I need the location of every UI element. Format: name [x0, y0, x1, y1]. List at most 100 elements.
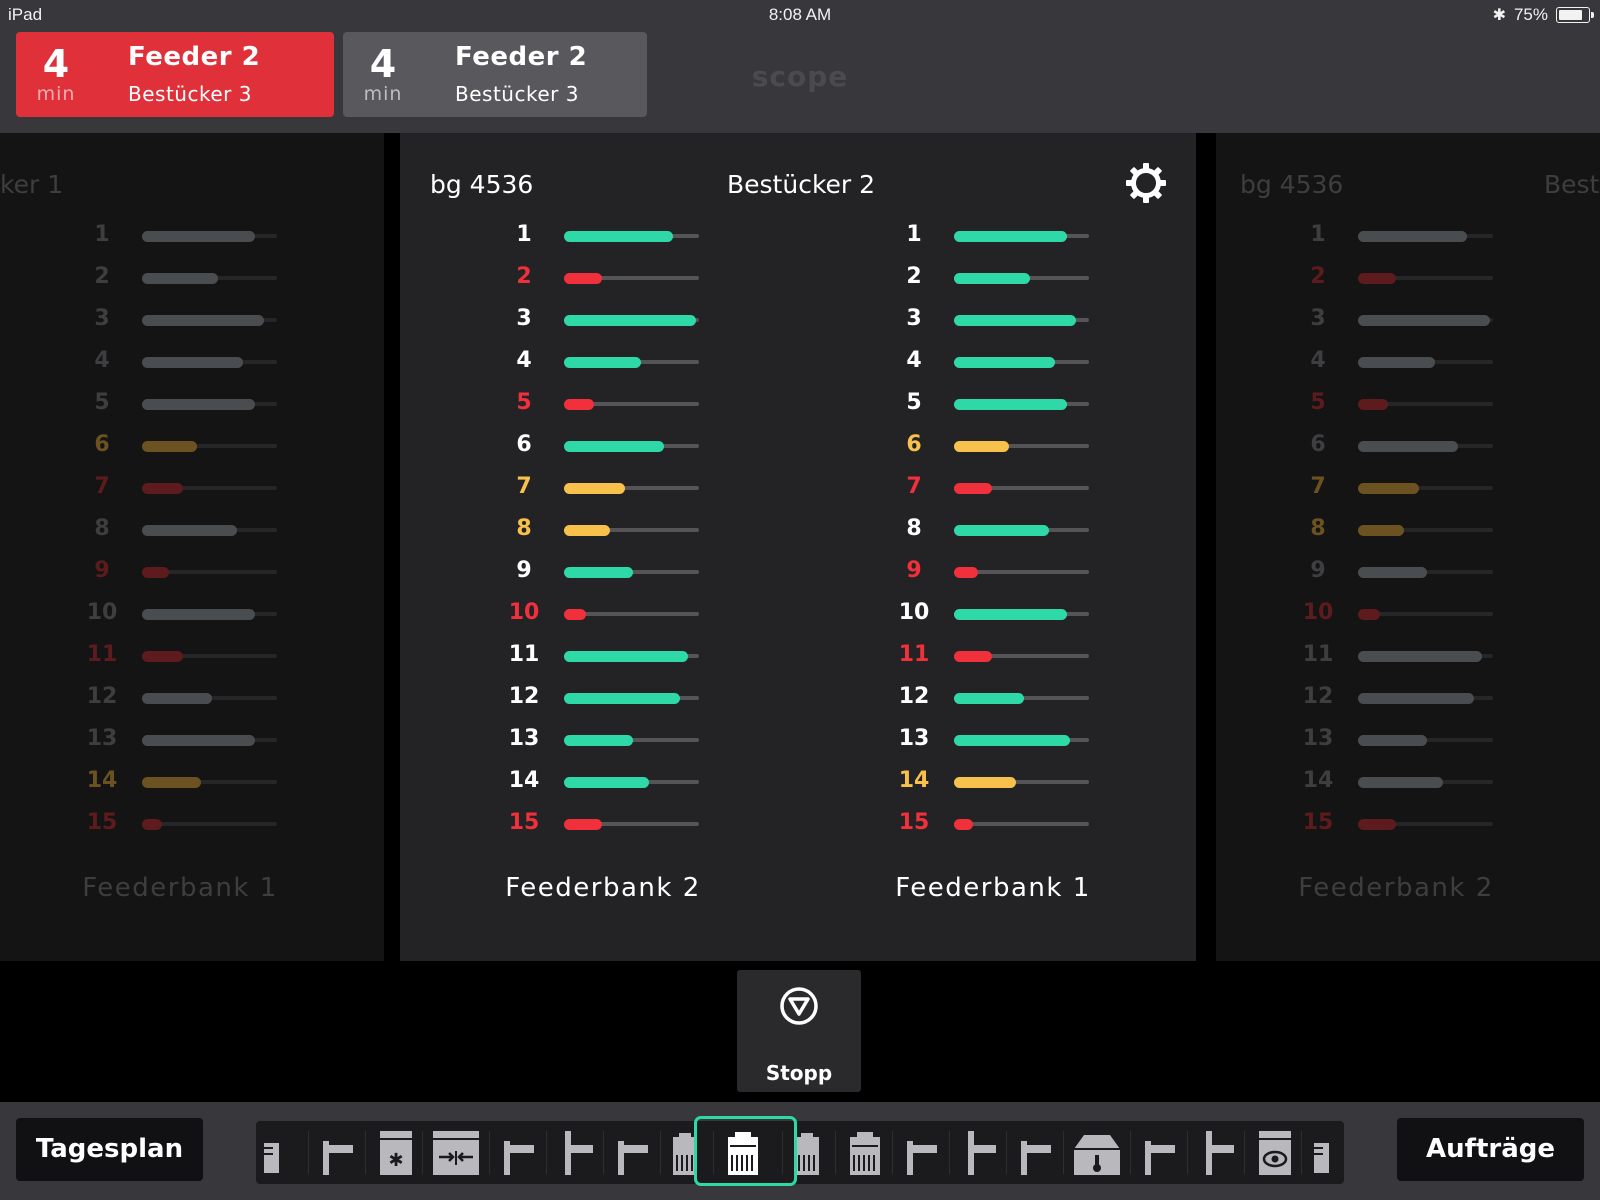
feeder-number: 3 [906, 306, 922, 331]
feeder-level-fill [1358, 315, 1491, 326]
feeder-level-track [954, 822, 1089, 826]
feeder-level-fill [954, 567, 979, 578]
feeder-level-fill [564, 357, 641, 368]
feeder-number: 6 [516, 432, 532, 457]
feeder-level-fill [1358, 693, 1475, 704]
feeder-number: 15 [86, 810, 118, 835]
panel-machine-title: ker 1 [0, 170, 64, 199]
stop-button[interactable]: Stopp [737, 970, 861, 1092]
feeder-level-fill [1358, 231, 1468, 242]
machine-panel-previous[interactable]: ker 1 1 2 3 4 5 6 7 8 9 10 11 12 13 14 15 Feederbank 1 [0, 133, 384, 961]
daily-plan-button[interactable]: Tagesplan [16, 1118, 203, 1181]
feeder-level-fill [142, 399, 256, 410]
feeder-level-fill [1358, 609, 1380, 620]
feeder-number: 15 [508, 810, 540, 835]
feederbank-label: Feederbank 2 [505, 873, 701, 903]
feeder-level-fill [142, 357, 244, 368]
feeder-level-fill [954, 231, 1068, 242]
feeder-level-fill [142, 567, 169, 578]
strip-divider [365, 1131, 366, 1174]
oven-star-icon[interactable]: ✱ [370, 1121, 422, 1184]
pipe-elbow-icon[interactable] [313, 1121, 365, 1184]
feeder-level-fill [142, 483, 183, 494]
pipe-tee-icon[interactable] [551, 1121, 603, 1184]
strip-divider [1187, 1131, 1188, 1174]
feeder-number: 12 [898, 684, 930, 709]
feeder-level-fill [142, 315, 264, 326]
inspection-eye-icon[interactable] [1249, 1121, 1301, 1184]
strip-divider [489, 1131, 490, 1174]
pipe-elbow-icon[interactable] [608, 1121, 660, 1184]
feeder-level-fill [954, 441, 1010, 452]
placer-machine-icon[interactable] [840, 1121, 892, 1184]
feeder-number: 3 [516, 306, 532, 331]
feeder-number: 5 [516, 390, 532, 415]
feeder-level-fill [564, 819, 602, 830]
feeder-number: 4 [94, 348, 110, 373]
feeder-level-fill [142, 525, 237, 536]
battery-percent: 75% [1513, 5, 1548, 24]
feeder-level-fill [954, 525, 1049, 536]
feeder-number: 14 [898, 768, 930, 793]
feeder-level-fill [564, 315, 697, 326]
feeder-number: 8 [94, 516, 110, 541]
settings-gear-icon[interactable] [1125, 162, 1167, 204]
placer-half-icon[interactable] [665, 1121, 713, 1184]
temperature-chamber-icon[interactable] [1068, 1121, 1130, 1184]
feeder-level-fill [954, 399, 1068, 410]
strip-divider [1244, 1131, 1245, 1174]
feeder-level-fill [1358, 399, 1388, 410]
feeder-level-fill [954, 609, 1068, 620]
strip-divider [835, 1131, 836, 1174]
feeder-number: 10 [898, 600, 930, 625]
pipe-tee-icon[interactable] [1192, 1121, 1244, 1184]
feeder-level-fill [564, 273, 602, 284]
press-arrows-icon[interactable] [427, 1121, 489, 1184]
placer-machine-icon[interactable] [718, 1121, 782, 1184]
feeder-level-fill [564, 567, 633, 578]
app-header: 4 min Feeder 2 Bestücker 3 4 min Feeder … [0, 30, 1600, 133]
feeder-level-fill [954, 357, 1056, 368]
pipe-elbow-icon[interactable] [1011, 1121, 1063, 1184]
feeder-number: 8 [906, 516, 922, 541]
feeder-level-fill [142, 441, 198, 452]
strip-divider [892, 1131, 893, 1174]
feeder-number: 15 [1302, 810, 1334, 835]
feeder-number: 9 [906, 558, 922, 583]
feeder-level-fill [142, 735, 256, 746]
production-line-strip: ✱ [256, 1121, 1344, 1184]
feederbank-label: Feederbank 1 [895, 873, 1091, 903]
feeder-number: 9 [94, 558, 110, 583]
strip-divider [1063, 1131, 1064, 1174]
feeder-number: 2 [1310, 264, 1326, 289]
feeder-number: 3 [1310, 306, 1326, 331]
feeder-stub-icon[interactable] [256, 1121, 308, 1184]
feeder-level-fill [1358, 819, 1396, 830]
pipe-elbow-icon[interactable] [897, 1121, 949, 1184]
feeder-level-fill [954, 273, 1030, 284]
feeder-number: 2 [94, 264, 110, 289]
feeder-level-fill [564, 777, 650, 788]
feeder-level-fill [954, 693, 1025, 704]
feeder-number: 4 [906, 348, 922, 373]
feeder-number: 7 [906, 474, 922, 499]
strip-divider [422, 1131, 423, 1174]
pipe-elbow-icon[interactable] [1135, 1121, 1187, 1184]
strip-divider [603, 1131, 604, 1174]
feeder-level-fill [142, 651, 183, 662]
pipe-elbow-icon[interactable] [494, 1121, 546, 1184]
machine-name: Bestücker 2 [727, 170, 876, 199]
pipe-tee-icon[interactable] [954, 1121, 1006, 1184]
placer-half-icon[interactable] [787, 1121, 835, 1184]
feeder-number: 10 [1302, 600, 1334, 625]
feeder-level-fill [954, 819, 973, 830]
feeder-number: 1 [906, 222, 922, 247]
order-number: bg 4536 [1240, 170, 1344, 199]
machine-panel-next[interactable]: bg 4536 Best 1 2 3 4 5 6 7 8 9 10 11 12 13 14 15 Feeder… [1216, 133, 1600, 961]
feeder-number: 1 [1310, 222, 1326, 247]
feeder-number: 7 [516, 474, 532, 499]
feeder-stub-icon[interactable] [1306, 1121, 1346, 1184]
feeder-level-fill [954, 735, 1071, 746]
feeder-level-fill [142, 273, 218, 284]
orders-button[interactable]: Aufträge [1397, 1118, 1584, 1181]
